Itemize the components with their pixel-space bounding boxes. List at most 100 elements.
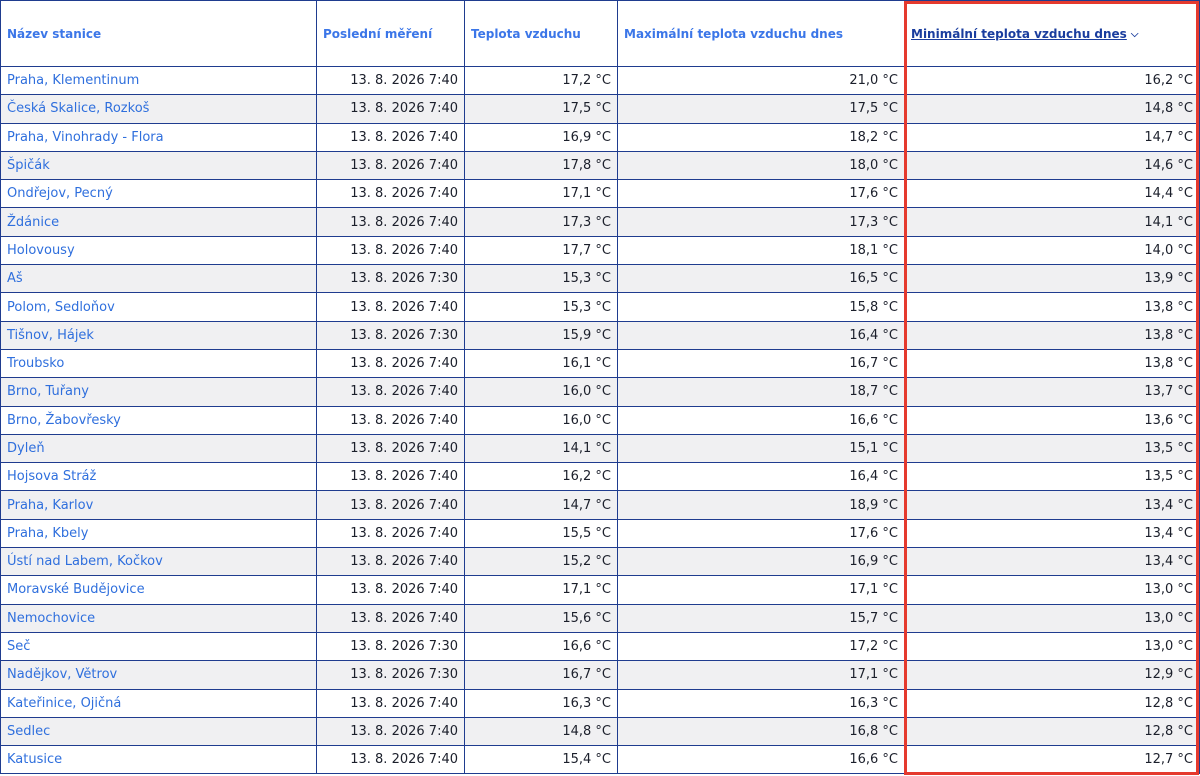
cell-air-temperature: 16,3 °C — [464, 688, 618, 718]
cell-air-temperature: 17,8 °C — [464, 150, 618, 181]
station-link[interactable]: Holovousy — [0, 235, 317, 266]
station-link[interactable]: Nadějkov, Větrov — [0, 660, 317, 690]
table-row: Aš 13. 8. 2026 7:30 15,3 °C 16,5 °C 13,9 °C — [0, 264, 1200, 294]
station-link[interactable]: Polom, Sedloňov — [0, 292, 317, 322]
station-link[interactable]: Kateřinice, Ojičná — [0, 688, 317, 718]
station-link[interactable]: Troubsko — [0, 348, 317, 379]
cell-max-temperature: 16,3 °C — [617, 688, 905, 718]
cell-air-temperature: 16,2 °C — [464, 462, 618, 492]
column-header-air-temperature[interactable]: Teplota vzduchu — [464, 0, 618, 67]
table-row: Praha, Klementinum 13. 8. 2026 7:40 17,2 °… — [0, 65, 1200, 96]
cell-last-measurement: 13. 8. 2026 7:40 — [316, 688, 465, 718]
cell-max-temperature: 16,4 °C — [617, 320, 905, 350]
cell-air-temperature: 15,3 °C — [464, 264, 618, 294]
cell-last-measurement: 13. 8. 2026 7:40 — [316, 65, 465, 96]
table-row: Troubsko 13. 8. 2026 7:40 16,1 °C 16,7 °C 13… — [0, 348, 1200, 379]
cell-last-measurement: 13. 8. 2026 7:30 — [316, 320, 465, 350]
table-row: Sedlec 13. 8. 2026 7:40 14,8 °C 16,8 °C 12,8… — [0, 716, 1200, 747]
table-row: Ondřejov, Pecný 13. 8. 2026 7:40 17,1 °C 17… — [0, 179, 1200, 209]
cell-min-temperature: 14,1 °C — [904, 207, 1200, 237]
cell-max-temperature: 18,9 °C — [617, 490, 905, 520]
table-row: Holovousy 13. 8. 2026 7:40 17,7 °C 18,1 °C 1… — [0, 235, 1200, 266]
cell-min-temperature: 14,0 °C — [904, 235, 1200, 266]
cell-max-temperature: 16,5 °C — [617, 264, 905, 294]
station-link[interactable]: Dyleň — [0, 433, 317, 464]
table-row: Hojsova Stráž 13. 8. 2026 7:40 16,2 °C 16,4… — [0, 462, 1200, 492]
cell-last-measurement: 13. 8. 2026 7:30 — [316, 264, 465, 294]
station-link[interactable]: Praha, Klementinum — [0, 65, 317, 96]
cell-max-temperature: 17,5 °C — [617, 94, 905, 124]
cell-max-temperature: 16,8 °C — [617, 716, 905, 747]
cell-max-temperature: 16,4 °C — [617, 462, 905, 492]
cell-air-temperature: 15,4 °C — [464, 745, 618, 775]
cell-max-temperature: 16,6 °C — [617, 745, 905, 775]
station-link[interactable]: Praha, Kbely — [0, 518, 317, 549]
cell-max-temperature: 17,3 °C — [617, 207, 905, 237]
column-header-min-temperature-today[interactable]: Minimální teplota vzduchu dnes ⌵ — [904, 0, 1200, 67]
cell-last-measurement: 13. 8. 2026 7:40 — [316, 462, 465, 492]
cell-max-temperature: 15,7 °C — [617, 603, 905, 633]
station-link[interactable]: Praha, Karlov — [0, 490, 317, 520]
table-row: Brno, Tuřany 13. 8. 2026 7:40 16,0 °C 18,7 … — [0, 377, 1200, 407]
cell-max-temperature: 18,1 °C — [617, 235, 905, 266]
table-row: Praha, Karlov 13. 8. 2026 7:40 14,7 °C 18,9… — [0, 490, 1200, 520]
station-link[interactable]: Špičák — [0, 150, 317, 181]
cell-min-temperature: 13,0 °C — [904, 575, 1200, 605]
table-row: Moravské Budějovice 13. 8. 2026 7:40 17,1 … — [0, 575, 1200, 605]
cell-air-temperature: 14,8 °C — [464, 716, 618, 747]
station-link[interactable]: Hojsova Stráž — [0, 462, 317, 492]
cell-air-temperature: 17,7 °C — [464, 235, 618, 266]
cell-last-measurement: 13. 8. 2026 7:40 — [316, 490, 465, 520]
cell-max-temperature: 16,6 °C — [617, 405, 905, 435]
cell-last-measurement: 13. 8. 2026 7:40 — [316, 716, 465, 747]
cell-air-temperature: 16,0 °C — [464, 405, 618, 435]
cell-last-measurement: 13. 8. 2026 7:40 — [316, 547, 465, 577]
stations-table: Název stanice Poslední měření Teplota vz… — [0, 0, 1200, 775]
cell-max-temperature: 17,6 °C — [617, 518, 905, 549]
column-header-last-measurement[interactable]: Poslední měření — [316, 0, 465, 67]
station-link[interactable]: Tišnov, Hájek — [0, 320, 317, 350]
cell-min-temperature: 14,8 °C — [904, 94, 1200, 124]
cell-last-measurement: 13. 8. 2026 7:40 — [316, 377, 465, 407]
cell-air-temperature: 17,1 °C — [464, 575, 618, 605]
station-link[interactable]: Seč — [0, 631, 317, 662]
cell-max-temperature: 15,1 °C — [617, 433, 905, 464]
column-header-station[interactable]: Název stanice — [0, 0, 317, 67]
cell-min-temperature: 12,8 °C — [904, 716, 1200, 747]
station-link[interactable]: Brno, Žabovřesky — [0, 405, 317, 435]
cell-air-temperature: 15,9 °C — [464, 320, 618, 350]
cell-last-measurement: 13. 8. 2026 7:40 — [316, 207, 465, 237]
cell-min-temperature: 13,5 °C — [904, 462, 1200, 492]
column-header-max-temperature-today[interactable]: Maximální teplota vzduchu dnes — [617, 0, 905, 67]
station-link[interactable]: Sedlec — [0, 716, 317, 747]
station-link[interactable]: Brno, Tuřany — [0, 377, 317, 407]
table-row: Praha, Vinohrady - Flora 13. 8. 2026 7:40… — [0, 122, 1200, 152]
cell-min-temperature: 12,9 °C — [904, 660, 1200, 690]
cell-min-temperature: 13,0 °C — [904, 631, 1200, 662]
station-link[interactable]: Ždánice — [0, 207, 317, 237]
cell-air-temperature: 15,2 °C — [464, 547, 618, 577]
cell-air-temperature: 14,1 °C — [464, 433, 618, 464]
cell-max-temperature: 17,2 °C — [617, 631, 905, 662]
cell-air-temperature: 16,9 °C — [464, 122, 618, 152]
cell-min-temperature: 13,8 °C — [904, 320, 1200, 350]
cell-last-measurement: 13. 8. 2026 7:40 — [316, 179, 465, 209]
table-row: Ústí nad Labem, Kočkov 13. 8. 2026 7:40 15… — [0, 547, 1200, 577]
station-link[interactable]: Ústí nad Labem, Kočkov — [0, 547, 317, 577]
cell-max-temperature: 16,9 °C — [617, 547, 905, 577]
station-link[interactable]: Ondřejov, Pecný — [0, 179, 317, 209]
table-row: Nadějkov, Větrov 13. 8. 2026 7:30 16,7 °C 1… — [0, 660, 1200, 690]
station-link[interactable]: Katusice — [0, 745, 317, 775]
station-link[interactable]: Česká Skalice, Rozkoš — [0, 94, 317, 124]
station-link[interactable]: Aš — [0, 264, 317, 294]
station-link[interactable]: Moravské Budějovice — [0, 575, 317, 605]
chevron-down-icon: ⌵ — [1130, 28, 1139, 40]
station-link[interactable]: Nemochovice — [0, 603, 317, 633]
station-link[interactable]: Praha, Vinohrady - Flora — [0, 122, 317, 152]
cell-min-temperature: 13,5 °C — [904, 433, 1200, 464]
cell-max-temperature: 18,2 °C — [617, 122, 905, 152]
cell-last-measurement: 13. 8. 2026 7:40 — [316, 150, 465, 181]
cell-air-temperature: 17,2 °C — [464, 65, 618, 96]
cell-max-temperature: 17,1 °C — [617, 575, 905, 605]
cell-last-measurement: 13. 8. 2026 7:40 — [316, 235, 465, 266]
